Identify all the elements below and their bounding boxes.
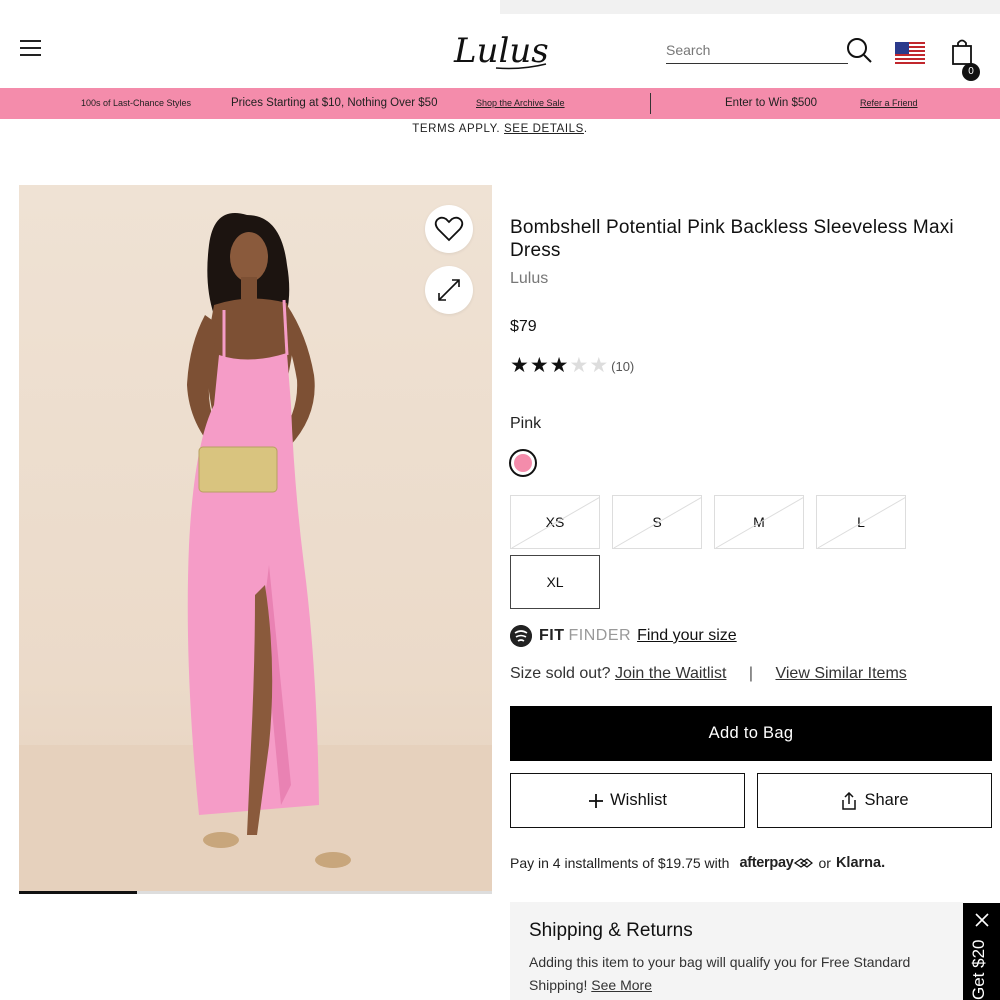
- share-button[interactable]: Share: [757, 773, 992, 828]
- terms-text: TERMS APPLY.: [412, 123, 501, 135]
- star-empty-icon: ★: [569, 354, 589, 377]
- wishlist-button[interactable]: Wishlist: [510, 773, 745, 828]
- promo-divider: [650, 93, 651, 114]
- shipping-text: Adding this item to your bag will qualif…: [529, 951, 949, 997]
- shop-archive-link[interactable]: Shop the Archive Sale: [476, 88, 565, 119]
- get-20-label: Get $20: [969, 939, 988, 1000]
- product-image[interactable]: [19, 185, 492, 893]
- expand-icon: [438, 279, 460, 301]
- share-icon: [842, 791, 857, 810]
- rating-stars[interactable]: ★ ★ ★ ★ ★ (10): [510, 355, 634, 377]
- size-sold-out-row: Size sold out? Join the Waitlist | View …: [510, 665, 907, 683]
- model-illustration: [19, 213, 492, 893]
- afterpay-arrows-icon: [794, 858, 814, 868]
- size-m[interactable]: M: [714, 495, 804, 549]
- size-s[interactable]: S: [612, 495, 702, 549]
- share-label: Share: [864, 791, 909, 809]
- find-your-size-link[interactable]: Find your size: [637, 627, 737, 645]
- gallery-progress-fill: [19, 891, 138, 894]
- join-waitlist-link[interactable]: Join the Waitlist: [615, 665, 726, 682]
- top-strip: [500, 0, 1000, 14]
- close-icon[interactable]: [973, 911, 991, 929]
- review-count[interactable]: (10): [611, 359, 634, 374]
- promo-text-win: Enter to Win $500: [725, 97, 818, 109]
- us-flag-icon[interactable]: [895, 42, 925, 66]
- sold-out-text: Size sold out?: [510, 665, 611, 682]
- star-filled-icon: ★: [510, 354, 529, 377]
- get-20-tab[interactable]: Get $20: [963, 903, 1000, 1000]
- payment-installments: Pay in 4 installments of $19.75 with aft…: [510, 855, 885, 871]
- see-more-link[interactable]: See More: [591, 977, 652, 993]
- star-empty-icon: ★: [589, 354, 609, 377]
- shipping-returns-panel: Shipping & Returns Adding this item to y…: [510, 902, 963, 1000]
- heart-icon: [434, 216, 464, 242]
- shipping-title: Shipping & Returns: [529, 920, 693, 941]
- fit-text: FIT: [539, 627, 565, 644]
- view-similar-link[interactable]: View Similar Items: [775, 665, 906, 682]
- product-brand[interactable]: Lulus: [510, 270, 548, 288]
- lulus-logo[interactable]: Lulus: [452, 26, 548, 74]
- swatch-fill: [514, 454, 532, 472]
- menu-icon[interactable]: [20, 40, 42, 56]
- installment-text: Pay in 4 installments of $19.75 with: [510, 855, 730, 871]
- terms-line: TERMS APPLY. SEE DETAILS.: [412, 123, 588, 135]
- product-title: Bombshell Potential Pink Backless Sleeve…: [510, 217, 954, 261]
- star-filled-icon: ★: [549, 354, 569, 377]
- plus-icon: [589, 793, 604, 808]
- see-details-link[interactable]: SEE DETAILS: [504, 123, 584, 135]
- size-l[interactable]: L: [816, 495, 906, 549]
- finder-text: FINDER: [568, 627, 632, 644]
- expand-button[interactable]: [425, 266, 473, 314]
- refer-friend-link[interactable]: Refer a Friend: [860, 88, 918, 119]
- size-xl[interactable]: XL: [510, 555, 600, 609]
- add-to-bag-button[interactable]: Add to Bag: [510, 706, 992, 761]
- or-text: or: [818, 855, 831, 871]
- promo-text-styles: 100s of Last-Chance Styles: [81, 98, 192, 108]
- klarna-logo[interactable]: Klarna.: [836, 855, 885, 871]
- promo-bar: 100s of Last-Chance Styles Prices Starti…: [0, 88, 1000, 119]
- size-xs[interactable]: XS: [510, 495, 600, 549]
- separator: |: [748, 665, 754, 682]
- promo-text-prices: Prices Starting at $10, Nothing Over $50: [231, 97, 438, 109]
- logo-text: Lulus: [453, 31, 548, 71]
- fit-finder: FIT FINDER Find your size: [510, 624, 737, 648]
- search-field[interactable]: [666, 38, 848, 64]
- afterpay-logo[interactable]: afterpay: [739, 855, 793, 871]
- product-price: $79: [510, 318, 537, 335]
- star-row: ★ ★ ★ ★ ★: [510, 355, 609, 377]
- fit-finder-icon: [510, 625, 532, 647]
- shipping-description: Adding this item to your bag will qualif…: [529, 954, 817, 970]
- site-header: Lulus 0: [0, 14, 1000, 88]
- color-swatch-pink[interactable]: [509, 449, 537, 477]
- search-input[interactable]: [666, 38, 848, 62]
- favorite-button[interactable]: [425, 205, 473, 253]
- color-label: Pink: [510, 415, 542, 432]
- search-icon[interactable]: [845, 36, 873, 64]
- gallery-progress: [19, 891, 492, 894]
- star-filled-icon: ★: [529, 354, 549, 377]
- wishlist-label: Wishlist: [610, 791, 667, 809]
- bag-count-badge: 0: [962, 63, 980, 81]
